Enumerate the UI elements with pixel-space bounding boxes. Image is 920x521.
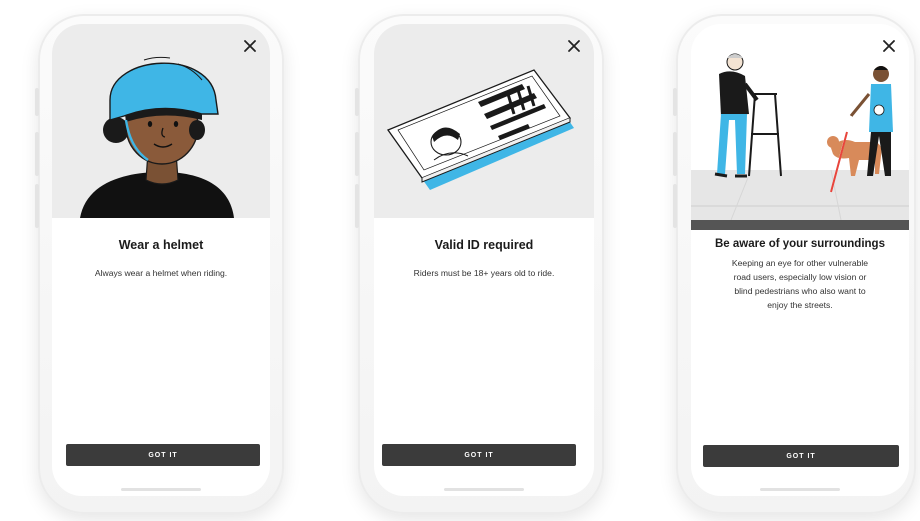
home-indicator [760, 488, 840, 491]
got-it-button[interactable]: GOT IT [66, 444, 260, 466]
helmet-illustration [52, 24, 270, 218]
close-icon[interactable] [564, 36, 584, 56]
close-icon[interactable] [879, 36, 899, 56]
card-title: Valid ID required [434, 238, 534, 252]
screen-id: Valid ID required Riders must be 18+ yea… [374, 24, 594, 496]
got-it-button[interactable]: GOT IT [382, 444, 576, 466]
card-description: Riders must be 18+ years old to ride. [413, 268, 555, 278]
phone-frame-id: Valid ID required Riders must be 18+ yea… [355, 14, 604, 514]
phone-frame-surroundings: Be aware of your surroundings Keeping an… [673, 14, 916, 514]
got-it-button[interactable]: GOT IT [703, 445, 899, 467]
close-icon[interactable] [240, 36, 260, 56]
card-title: Wear a helmet [118, 238, 204, 252]
card-description: Always wear a helmet when riding. [94, 268, 228, 278]
home-indicator [444, 488, 524, 491]
card-title: Be aware of your surroundings [715, 238, 885, 250]
card-description: Keeping an eye for other vulnerable road… [731, 258, 869, 310]
screen-surroundings: Be aware of your surroundings Keeping an… [691, 24, 909, 496]
home-indicator [121, 488, 201, 491]
phone-frame-helmet: Wear a helmet Always wear a helmet when … [35, 14, 284, 514]
screen-helmet: Wear a helmet Always wear a helmet when … [52, 24, 270, 496]
id-card-illustration [374, 24, 594, 218]
surroundings-illustration [691, 24, 909, 230]
